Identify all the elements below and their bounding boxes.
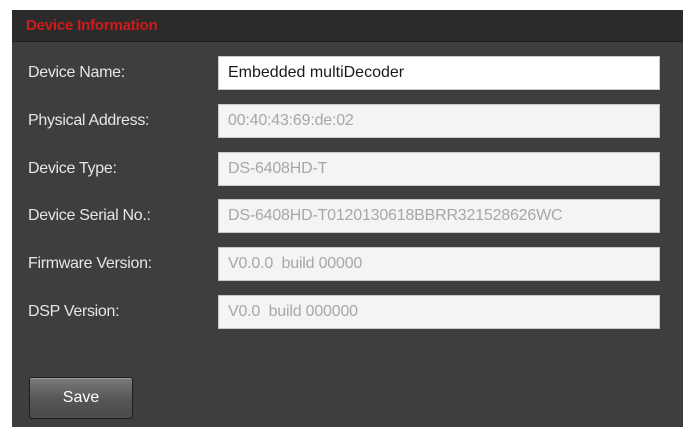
section-title: Device Information [26,17,158,34]
physical-address-field [218,104,660,138]
device-name-row: Device Name: [12,56,683,90]
firmware-version-label: Firmware Version: [28,255,152,272]
device-type-label: Device Type: [28,160,117,177]
serial-number-label: Device Serial No.: [28,207,151,224]
physical-address-row: Physical Address: [12,104,683,138]
firmware-version-field [218,247,660,281]
physical-address-label: Physical Address: [28,112,150,129]
serial-number-field [218,199,660,233]
save-button[interactable]: Save [29,377,133,419]
dsp-version-field [218,295,660,329]
serial-number-row: Device Serial No.: [12,199,683,233]
dsp-version-row: DSP Version: [12,295,683,329]
device-type-field [218,152,660,186]
device-information-panel: Device Information Device Name: Physical… [12,10,683,427]
firmware-version-row: Firmware Version: [12,247,683,281]
device-type-row: Device Type: [12,152,683,186]
device-name-label: Device Name: [28,64,125,81]
dsp-version-label: DSP Version: [28,303,120,320]
section-header: Device Information [12,10,683,42]
device-name-field[interactable] [218,56,660,90]
